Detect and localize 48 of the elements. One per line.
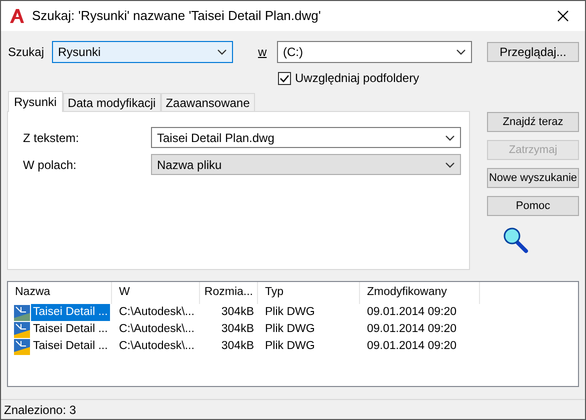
table-cell-text: Plik DWG <box>265 322 315 337</box>
file-name[interactable]: Taisei Detail ... <box>31 320 110 338</box>
column-header[interactable]: Rozmia... <box>200 282 258 304</box>
action-button[interactable]: Pomoc <box>487 196 579 216</box>
field-label: W polach: <box>23 156 78 174</box>
drawing-file-icon <box>14 304 30 320</box>
column-header[interactable]: Typ <box>258 282 360 304</box>
in-label: w <box>258 44 268 61</box>
search-label: Szukaj <box>7 44 46 61</box>
table-cell-text: 09.01.2014 09:20 <box>367 338 457 354</box>
field-dropdown[interactable]: Nazwa pliku <box>151 154 461 175</box>
drawing-file-icon <box>14 322 30 338</box>
look-for-dropdown[interactable]: Rysunki <box>52 41 233 63</box>
app-logo-icon <box>9 8 25 24</box>
tab[interactable]: Zaawansowane <box>160 93 255 111</box>
column-header[interactable]: W <box>112 282 200 304</box>
table-cell-text: 304kB <box>221 338 254 354</box>
field-label: Z tekstem: <box>23 130 80 146</box>
action-button[interactable]: Znajdź teraz <box>487 112 579 132</box>
tab[interactable]: Rysunki <box>8 91 63 112</box>
table-cell-text: 304kB <box>221 322 254 337</box>
table-cell-text: 09.01.2014 09:20 <box>367 322 457 337</box>
table-cell-text: 304kB <box>221 304 254 320</box>
file-name[interactable]: Taisei Detail ... <box>31 304 110 322</box>
table-cell-text: C:\Autodesk\... <box>119 338 194 354</box>
action-button[interactable]: Nowe wyszukanie <box>487 168 579 188</box>
status-text: Znaleziono: 3 <box>4 402 76 418</box>
location-dropdown[interactable]: (C:) <box>277 41 472 63</box>
field-dropdown[interactable]: Taisei Detail Plan.dwg <box>151 127 461 148</box>
drawing-file-icon <box>14 338 30 354</box>
chevron-down-icon <box>445 162 455 168</box>
tab[interactable]: Data modyfikacji <box>62 93 161 111</box>
file-name[interactable]: Taisei Detail ... <box>31 338 110 356</box>
table-cell-text: Plik DWG <box>265 304 315 320</box>
window-title: Szukaj: 'Rysunki' nazwane 'Taisei Detail Plan.dwg' <box>32 7 321 26</box>
table-cell-text: Plik DWG <box>265 338 315 354</box>
close-icon <box>557 10 569 22</box>
subfolders-checkbox[interactable] <box>278 72 291 84</box>
table-cell-text: 09.01.2014 09:20 <box>367 304 457 320</box>
browse-button[interactable]: Przeglądaj... <box>487 42 579 62</box>
chevron-down-icon <box>456 49 466 55</box>
subfolders-label: Uwzględniaj podfoldery <box>295 70 420 87</box>
table-cell-text: C:\Autodesk\... <box>119 304 194 320</box>
chevron-down-icon <box>445 134 455 140</box>
column-header[interactable]: Zmodyfikowany <box>360 282 480 304</box>
table-cell-text: C:\Autodesk\... <box>119 322 194 337</box>
chevron-down-icon <box>217 49 227 55</box>
magnifier-icon <box>503 226 529 254</box>
